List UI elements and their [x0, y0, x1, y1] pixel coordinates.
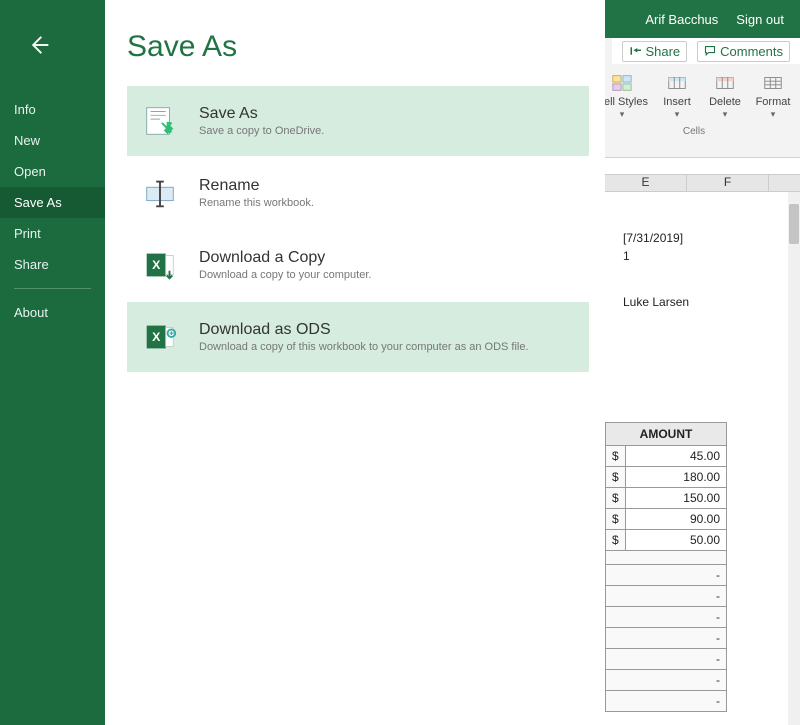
chevron-down-icon: ▾ [620, 109, 625, 120]
rename-icon [139, 172, 181, 214]
svg-text:X: X [152, 258, 161, 272]
share-button[interactable]: Share [622, 41, 687, 62]
comment-icon [704, 45, 716, 57]
comments-label: Comments [720, 44, 783, 59]
nav-about[interactable]: About [0, 297, 105, 328]
grid-area[interactable]: [7/31/2019] 1 Luke Larsen 0 00 00 00 00 … [605, 192, 788, 725]
insert-button[interactable]: Insert ▾ [658, 72, 696, 120]
dash-cell[interactable]: - [606, 586, 727, 607]
amount-table[interactable]: AMOUNT $45.00 $180.00 $150.00 $90.00 $50… [605, 422, 727, 712]
chevron-down-icon: ▾ [675, 109, 680, 120]
option-desc: Download a copy to your computer. [199, 269, 371, 281]
vertical-scrollbar[interactable] [788, 192, 800, 725]
dash-cell[interactable]: - [606, 565, 727, 586]
save-as-icon [139, 100, 181, 142]
option-download-ods[interactable]: X Download as ODS Download a copy of thi… [127, 302, 589, 372]
signout-link[interactable]: Sign out [736, 12, 784, 27]
empty-cell[interactable] [606, 551, 727, 565]
option-title: Save As [199, 105, 324, 123]
nav-share[interactable]: Share [0, 249, 105, 280]
dash-cell[interactable]: - [606, 670, 727, 691]
col-header-e[interactable]: E [605, 175, 687, 191]
option-title: Rename [199, 177, 314, 195]
cell-one[interactable]: 1 [617, 246, 636, 266]
comments-button[interactable]: Comments [697, 41, 790, 62]
backstage-sidebar: Info New Open Save As Print Share About [0, 0, 105, 725]
back-button[interactable] [20, 26, 58, 64]
amount-cell[interactable]: 45.00 [625, 446, 726, 467]
nav-new[interactable]: New [0, 125, 105, 156]
share-label: Share [645, 44, 680, 59]
cell-styles-icon [611, 72, 633, 94]
dash-cell[interactable]: - [606, 607, 727, 628]
excel-download-icon: X [139, 244, 181, 286]
nav-info[interactable]: Info [0, 94, 105, 125]
nav-print[interactable]: Print [0, 218, 105, 249]
ribbon-group-label: Cells [683, 126, 705, 137]
option-title: Download as ODS [199, 321, 529, 339]
option-rename[interactable]: Rename Rename this workbook. [127, 158, 589, 228]
amount-cell[interactable]: 50.00 [625, 530, 726, 551]
username-label[interactable]: Arif Bacchus [645, 12, 718, 27]
option-download-copy[interactable]: X Download a Copy Download a copy to you… [127, 230, 589, 300]
backstage-main: Save As Save As Save a copy to OneDrive.… [105, 0, 605, 725]
excel-ods-icon: X [139, 316, 181, 358]
dash-cell[interactable]: - [606, 649, 727, 670]
backstage-panel: Info New Open Save As Print Share About … [0, 0, 605, 725]
option-title: Download a Copy [199, 249, 371, 267]
insert-label: Insert [663, 96, 691, 108]
nav-divider [14, 288, 91, 289]
cell-name[interactable]: Luke Larsen [617, 292, 695, 312]
amount-cell[interactable]: 180.00 [625, 467, 726, 488]
amount-cell[interactable]: 90.00 [625, 509, 726, 530]
back-arrow-icon [25, 31, 53, 59]
amount-header: AMOUNT [606, 423, 727, 446]
chevron-down-icon: ▾ [771, 109, 776, 120]
share-icon [629, 45, 641, 57]
amount-cell[interactable]: 150.00 [625, 488, 726, 509]
cell-date[interactable]: [7/31/2019] [617, 228, 689, 248]
currency-cell[interactable]: $ [606, 530, 626, 551]
option-save-as[interactable]: Save As Save a copy to OneDrive. [127, 86, 589, 156]
format-button[interactable]: Format ▾ [754, 72, 792, 120]
delete-button[interactable]: Delete ▾ [706, 72, 744, 120]
option-desc: Download a copy of this workbook to your… [199, 341, 529, 353]
dash-cell[interactable]: - [606, 691, 727, 712]
scrollbar-thumb[interactable] [789, 204, 799, 244]
column-headers: E F [605, 174, 800, 192]
option-desc: Save a copy to OneDrive. [199, 125, 324, 137]
ribbon-group-cells: Cell Styles ▾ Insert ▾ Delete ▾ Format ▾… [588, 68, 800, 157]
option-desc: Rename this workbook. [199, 197, 314, 209]
currency-cell[interactable]: $ [606, 446, 626, 467]
dash-cell[interactable]: - [606, 628, 727, 649]
delete-icon [714, 72, 736, 94]
col-header-f[interactable]: F [687, 175, 769, 191]
currency-cell[interactable]: $ [606, 509, 626, 530]
format-label: Format [756, 96, 791, 108]
nav-open[interactable]: Open [0, 156, 105, 187]
format-icon [762, 72, 784, 94]
ribbon-tabs-right: Share Comments [612, 38, 800, 64]
insert-icon [666, 72, 688, 94]
chevron-down-icon: ▾ [723, 109, 728, 120]
svg-text:X: X [152, 330, 161, 344]
currency-cell[interactable]: $ [606, 488, 626, 509]
nav-save-as[interactable]: Save As [0, 187, 105, 218]
currency-cell[interactable]: $ [606, 467, 626, 488]
delete-label: Delete [709, 96, 741, 108]
page-title: Save As [127, 30, 589, 64]
